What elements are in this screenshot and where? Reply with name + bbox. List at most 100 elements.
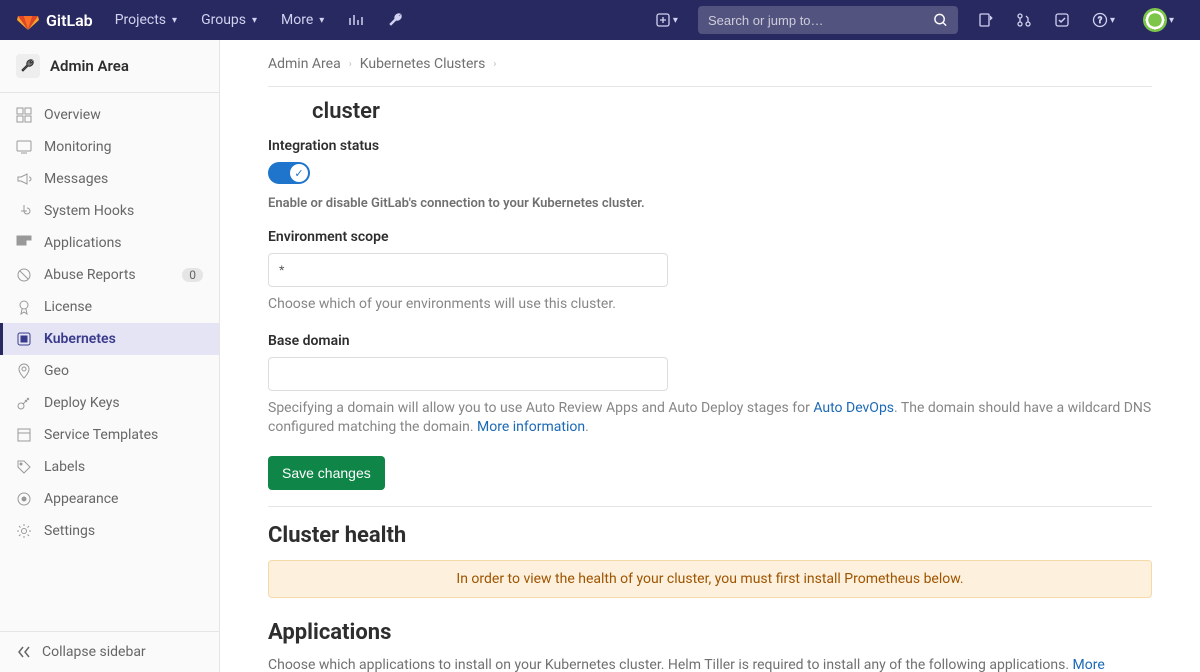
avatar bbox=[1143, 8, 1167, 32]
sidebar-item-monitoring[interactable]: Monitoring bbox=[0, 131, 219, 163]
sidebar-item-settings[interactable]: Settings bbox=[0, 515, 219, 547]
cluster-health-alert: In order to view the health of your clus… bbox=[268, 560, 1152, 598]
tag-icon bbox=[16, 459, 32, 475]
sidebar-item-appearance[interactable]: Appearance bbox=[0, 483, 219, 515]
sidebar-item-service-templates[interactable]: Service Templates bbox=[0, 419, 219, 451]
sidebar-header[interactable]: Admin Area bbox=[0, 40, 219, 93]
sidebar-item-overview[interactable]: Overview bbox=[0, 99, 219, 131]
gitlab-icon bbox=[16, 8, 40, 32]
wrench-icon[interactable] bbox=[378, 0, 414, 40]
applications-desc: Choose which applications to install on … bbox=[268, 657, 1152, 672]
sidebar-item-label: Monitoring bbox=[44, 139, 112, 155]
search-input[interactable] bbox=[708, 13, 933, 28]
section-base-domain: Base domain Specifying a domain will all… bbox=[268, 333, 1152, 438]
sidebar-title: Admin Area bbox=[50, 57, 129, 75]
chevron-down-icon: ▾ bbox=[252, 15, 257, 26]
chevron-right-icon: › bbox=[349, 59, 352, 70]
activity-icon[interactable] bbox=[338, 0, 374, 40]
breadcrumb-item[interactable]: Kubernetes Clusters bbox=[360, 56, 486, 72]
chevron-down-icon: ▾ bbox=[1110, 15, 1115, 26]
collapse-sidebar[interactable]: Collapse sidebar bbox=[0, 631, 219, 672]
sidebar-item-label: License bbox=[44, 299, 92, 315]
collapse-icon bbox=[16, 644, 32, 660]
help-icon[interactable]: ?▾ bbox=[1082, 0, 1125, 40]
collapse-label: Collapse sidebar bbox=[42, 644, 146, 660]
merge-request-icon[interactable] bbox=[1006, 0, 1042, 40]
base-domain-label: Base domain bbox=[268, 333, 1152, 349]
cluster-health-heading: Cluster health bbox=[268, 523, 1152, 548]
monitor-icon bbox=[16, 139, 32, 155]
geo-icon bbox=[16, 363, 32, 379]
nav-more[interactable]: More▾ bbox=[271, 0, 334, 40]
key-icon bbox=[16, 395, 32, 411]
license-icon bbox=[16, 299, 32, 315]
sidebar-item-label: Abuse Reports bbox=[44, 267, 136, 283]
todos-icon[interactable] bbox=[1044, 0, 1080, 40]
user-menu[interactable]: ▾ bbox=[1127, 0, 1184, 40]
appearance-icon bbox=[16, 491, 32, 507]
sidebar-items: Overview Monitoring Messages System Hook… bbox=[0, 93, 219, 631]
brand-text: GitLab bbox=[46, 11, 93, 30]
sidebar-item-label: Overview bbox=[44, 107, 101, 123]
bullhorn-icon bbox=[16, 171, 32, 187]
chevron-down-icon: ▾ bbox=[673, 15, 678, 26]
sidebar-item-label: Appearance bbox=[44, 491, 118, 507]
sidebar-item-label: Kubernetes bbox=[44, 331, 116, 347]
sidebar-item-label: Service Templates bbox=[44, 427, 158, 443]
chevron-right-icon: › bbox=[493, 59, 496, 70]
sidebar-item-applications[interactable]: Applications bbox=[0, 227, 219, 259]
apps-icon bbox=[16, 235, 32, 251]
sidebar-item-label: Messages bbox=[44, 171, 108, 187]
integration-help: Enable or disable GitLab's connection to… bbox=[268, 196, 1152, 211]
sidebar-item-system-hooks[interactable]: System Hooks bbox=[0, 195, 219, 227]
sidebar-item-license[interactable]: License bbox=[0, 291, 219, 323]
sidebar-item-label: Deploy Keys bbox=[44, 395, 120, 411]
gitlab-logo[interactable]: GitLab bbox=[16, 8, 93, 32]
section-env-scope: Environment scope Choose which of your e… bbox=[268, 229, 1152, 315]
breadcrumb-item[interactable]: Admin Area bbox=[268, 56, 341, 72]
env-scope-label: Environment scope bbox=[268, 229, 1152, 245]
sidebar-item-label: Labels bbox=[44, 459, 85, 475]
env-scope-input[interactable] bbox=[268, 253, 668, 287]
issues-icon[interactable] bbox=[968, 0, 1004, 40]
plus-icon[interactable]: ▾ bbox=[645, 0, 688, 40]
chevron-down-icon: ▾ bbox=[319, 15, 324, 26]
overview-icon bbox=[16, 107, 32, 123]
nav-projects[interactable]: Projects▾ bbox=[105, 0, 187, 40]
topbar-left: GitLab Projects▾ Groups▾ More▾ bbox=[16, 0, 414, 40]
base-domain-input[interactable] bbox=[268, 357, 668, 391]
env-scope-hint: Choose which of your environments will u… bbox=[268, 295, 1152, 315]
abuse-icon bbox=[16, 267, 32, 283]
hook-icon bbox=[16, 203, 32, 219]
kubernetes-icon bbox=[16, 331, 32, 347]
sidebar-item-label: Settings bbox=[44, 523, 95, 539]
sidebar-item-messages[interactable]: Messages bbox=[0, 163, 219, 195]
nav-groups[interactable]: Groups▾ bbox=[191, 0, 267, 40]
sidebar-item-labels[interactable]: Labels bbox=[0, 451, 219, 483]
search-icon bbox=[933, 12, 948, 28]
template-icon bbox=[16, 427, 32, 443]
sidebar-item-geo[interactable]: Geo bbox=[0, 355, 219, 387]
check-icon: ✓ bbox=[290, 164, 308, 182]
content: Admin Area › Kubernetes Clusters › clust… bbox=[220, 40, 1200, 672]
divider bbox=[268, 506, 1152, 507]
chevron-down-icon: ▾ bbox=[172, 15, 177, 26]
svg-text:?: ? bbox=[1098, 16, 1102, 26]
breadcrumb: Admin Area › Kubernetes Clusters › bbox=[268, 56, 1152, 87]
save-button[interactable]: Save changes bbox=[268, 456, 385, 490]
chevron-down-icon: ▾ bbox=[1169, 15, 1174, 26]
topbar-right: ▾ ?▾ ▾ bbox=[645, 0, 1184, 40]
sidebar-item-deploy-keys[interactable]: Deploy Keys bbox=[0, 387, 219, 419]
gear-icon bbox=[16, 523, 32, 539]
wrench-icon bbox=[16, 54, 40, 78]
sidebar-item-label: System Hooks bbox=[44, 203, 134, 219]
more-info-link[interactable]: More information bbox=[477, 419, 585, 435]
sidebar: Admin Area Overview Monitoring Messages … bbox=[0, 40, 220, 672]
sidebar-item-kubernetes[interactable]: Kubernetes bbox=[0, 323, 219, 355]
auto-devops-link[interactable]: Auto DevOps bbox=[813, 400, 894, 416]
sidebar-item-abuse-reports[interactable]: Abuse Reports 0 bbox=[0, 259, 219, 291]
badge: 0 bbox=[182, 268, 203, 282]
integration-toggle[interactable]: ✓ bbox=[268, 162, 310, 184]
search-box[interactable] bbox=[698, 6, 958, 34]
base-domain-hint: Specifying a domain will allow you to us… bbox=[268, 399, 1152, 438]
